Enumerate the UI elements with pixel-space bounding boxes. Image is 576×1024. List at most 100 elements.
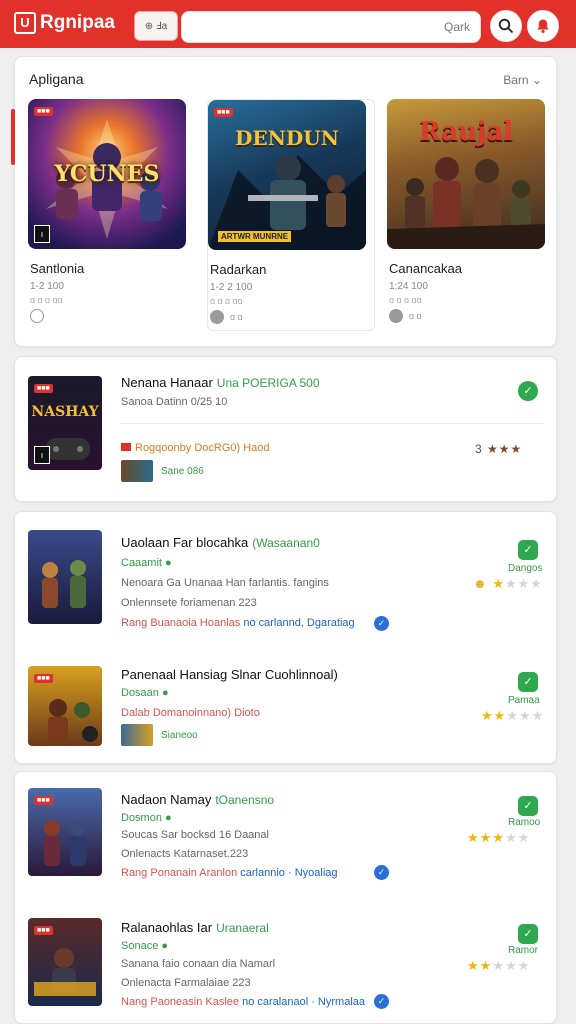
tile-foot-text: ɑ ɑ	[409, 311, 422, 321]
mini-caption: Sianeoo	[161, 730, 198, 741]
release-line: Onlennsete foriamenan 223	[121, 597, 257, 609]
game-cover-image: ■■■ YCUNES ı	[28, 99, 186, 249]
featured-tile[interactable]: ■■■ YCUNES ı Santlonia 1-2 100 ɑ ɑ ɑ ɑɑ	[28, 99, 188, 331]
info-icon[interactable]: ✓	[374, 865, 389, 880]
game-tag: tOanensno	[215, 793, 275, 807]
tile-footer	[30, 309, 44, 323]
installed-check-icon[interactable]: ✓	[518, 381, 538, 401]
price-pill-icon	[30, 309, 44, 323]
promo-flag-icon	[121, 443, 131, 451]
search-scope-button[interactable]: ⊕ Ⅎa	[134, 11, 178, 41]
status-label: Ramoo	[508, 817, 541, 828]
app-logo[interactable]: U Rgnipaa	[14, 12, 115, 34]
tags-line: Rang Buanaoia Hoanlas no carlannd, Dgara…	[121, 617, 355, 629]
game-thumbnail: ■■■	[28, 918, 102, 1006]
tile-sub: ɑ ɑ ɑ ɑɑ	[210, 296, 243, 306]
divider	[121, 423, 544, 424]
tag-a: Rang	[121, 867, 148, 879]
game-tag: (Wasaanan0	[252, 536, 320, 550]
tile-foot-text: ɑ ɑ	[230, 312, 243, 322]
tag-c: no carlannd, Dgaratiag	[243, 617, 355, 629]
installed-check-icon[interactable]: ✓	[518, 672, 538, 692]
list-item[interactable]: ■■■ NASHAY ı Nenana Hanaar Una POERIGA 50…	[15, 357, 558, 503]
cover-title-text: DENDUN	[235, 126, 339, 150]
info-icon[interactable]: ✓	[374, 616, 389, 631]
tag-b: Domanoinnano) Dioto	[152, 707, 260, 719]
game-cover-image: ■■■ DENDUN ARTWR MUNRNE	[208, 100, 366, 250]
tile-footer: ɑ ɑ	[389, 309, 422, 323]
installed-check-icon[interactable]: ✓	[518, 924, 538, 944]
search-scope-label: ⊕ Ⅎa	[144, 20, 168, 32]
game-title: Uaolaan Far blocahka (Wasaanan0	[121, 535, 320, 550]
game-title-text: Uaolaan Far blocahka	[121, 535, 249, 550]
search-input[interactable]	[181, 11, 481, 43]
promo-line: Rogqoonby DocRG0) Haod	[121, 442, 270, 454]
tile-title: Santlonia	[30, 261, 85, 276]
featured-section: Apligana Barn ⌄ ■■■ YCUNES ı Santlonia 1…	[11, 56, 557, 347]
game-title: Panenaal Hansiag Slnar Cuohlinnoal)	[121, 667, 338, 682]
rating-text: 3 ★★★	[475, 442, 523, 456]
game-thumbnail: ■■■	[28, 666, 102, 746]
developer-line: Dosaan ●	[121, 687, 169, 699]
promo-text: Rogqoonby DocRG0) Haod	[135, 442, 270, 454]
notifications-button[interactable]	[527, 10, 559, 42]
game-thumbnail: ■■■ NASHAY ı	[28, 376, 102, 470]
screenshot-thumb[interactable]	[121, 724, 153, 746]
tag-a: Dalab	[121, 707, 150, 719]
tag-c: carlannio · Nyoaliag	[240, 867, 338, 879]
rating-badge: ı	[34, 446, 50, 464]
cover-title-text: Raujal	[418, 117, 514, 147]
installed-check-icon[interactable]: ✓	[518, 540, 538, 560]
app-name: Rgnipaa	[40, 12, 115, 33]
tag-a: Rang	[121, 617, 148, 629]
game-title: Ralanaohlas Iar Uranaeral	[121, 920, 269, 935]
status-label: Pamaa	[508, 695, 540, 706]
info-icon[interactable]: ✓	[374, 994, 389, 1009]
tags-line: Dalab Domanoinnano) Dioto	[121, 707, 260, 719]
tile-title: Canancakaa	[389, 261, 462, 276]
game-cover-image: Raujal	[387, 99, 545, 249]
search-icon	[498, 18, 514, 34]
tile-meta: 1:24 100	[389, 281, 428, 292]
featured-tile[interactable]: ■■■ DENDUN ARTWR MUNRNE Radarkan 1-2 2 1…	[207, 99, 375, 331]
status-label: Dangos	[508, 563, 543, 574]
developer-line: Dosmon ●	[121, 812, 172, 824]
installed-check-icon[interactable]: ✓	[518, 796, 538, 816]
rating-stars: ☻ ★★★★	[473, 576, 543, 591]
description-line: Nenoara Ga Unanaa Han farlantis. fangins	[121, 577, 329, 589]
developer-line: Caaamit ●	[121, 557, 172, 569]
tag-a: Nang	[121, 996, 148, 1008]
price-pill-icon	[210, 310, 224, 324]
game-meta: Sanoa Datinn 0/25 10	[121, 396, 228, 408]
logo-icon: U	[14, 12, 36, 34]
top-app-bar: U Rgnipaa ⊕ Ⅎa	[0, 0, 576, 48]
rating-stars: ★★★★★	[467, 830, 531, 845]
release-line: Onlenacta Farmalaiae 223	[121, 977, 251, 989]
game-thumbnail	[28, 530, 102, 624]
tile-meta: 1-2 2 100	[210, 282, 253, 293]
bell-icon	[537, 19, 549, 33]
featured-tile[interactable]: Raujal Canancakaa 1:24 100 ɑ ɑ ɑ ɑɑ ɑ ɑ	[387, 99, 547, 331]
list-item[interactable]: Uaolaan Far blocahka (Wasaanan0 Caaamit ●…	[15, 512, 558, 652]
sort-dropdown[interactable]: Barn ⌄	[503, 73, 542, 87]
cover-title-text: YCUNES	[54, 161, 160, 187]
section-title: Apligana	[29, 71, 84, 87]
list-item[interactable]: ■■■ Ralanaohlas Iar Uranaeral Sonace ● Sa…	[15, 900, 558, 1024]
status-label: Ramor	[508, 945, 539, 956]
game-list-card: Uaolaan Far blocahka (Wasaanan0 Caaamit ●…	[14, 511, 557, 764]
search-button[interactable]	[490, 10, 522, 42]
game-list-card: ■■■ NASHAY ı Nenana Hanaar Una POERIGA 50…	[14, 356, 557, 502]
tile-footer: ɑ ɑ	[210, 310, 243, 324]
game-title: Nenana Hanaar Una POERIGA 500	[121, 375, 320, 390]
rating-badge: ı	[34, 225, 50, 243]
tag-b: Ponanain Aranlon	[150, 867, 238, 879]
rating-stars: 3 ★★★	[475, 442, 522, 456]
tag-b: Paoneasin Kaslee	[150, 996, 240, 1008]
screenshot-thumb[interactable]	[121, 460, 153, 482]
list-item[interactable]: ■■■ Panenaal Hansiag Slnar Cuohlinnoal) …	[15, 652, 558, 765]
game-list-card: ■■■ Nadaon Namay tOanensno Dosmon ● Souca…	[14, 771, 557, 1024]
game-title: Nadaon Namay tOanensno	[121, 792, 274, 807]
tile-title: Radarkan	[210, 262, 267, 277]
game-tag: Uranaeral	[216, 921, 269, 935]
list-item[interactable]: ■■■ Nadaon Namay tOanensno Dosmon ● Souca…	[15, 772, 558, 900]
